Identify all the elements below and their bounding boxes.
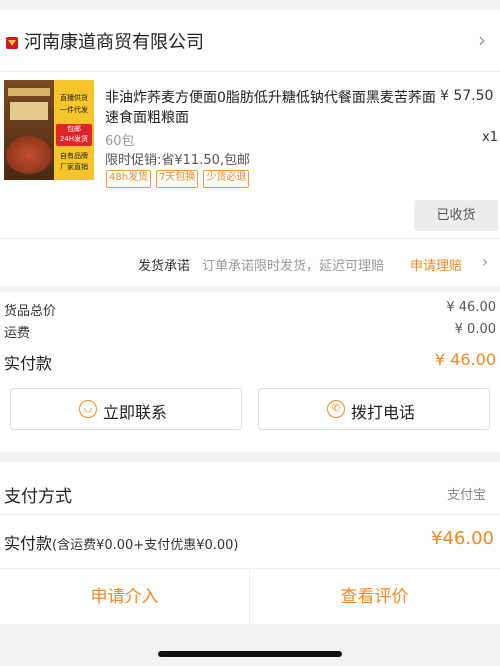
noodle-bowl-image — [6, 136, 52, 174]
paid-amount-value: ¥ 46.00 — [434, 350, 496, 369]
payment-method-value: 支付宝 — [446, 488, 486, 503]
payment-method-title: 支付方式 — [4, 487, 72, 507]
divider — [0, 514, 500, 515]
price-summary-card: 货品总价 ¥ 46.00 运费 ¥ 0.00 实付款 ¥ 46.00 ◡ 立即联… — [0, 292, 500, 452]
product-quantity: x1 — [482, 130, 498, 145]
received-button[interactable]: 已收货 — [414, 200, 498, 231]
call-phone-button[interactable]: ✆ 拨打电话 — [258, 388, 490, 430]
product-promo: 限时促销:省¥11.50,包邮 — [105, 153, 250, 168]
contact-seller-button[interactable]: ◡ 立即联系 — [10, 388, 242, 430]
goods-total-label: 货品总价 — [4, 304, 57, 319]
thumb-text: 一件代发 — [60, 106, 88, 114]
view-review-button[interactable]: 查看评价 — [250, 569, 499, 625]
service-tags: 48h发货 7天包换 少货必退 — [106, 170, 250, 188]
shop-header[interactable]: 河南康道商贸有限公司 › — [0, 10, 500, 72]
thumb-text: 自有品牌 — [60, 152, 88, 160]
thumb-text: 厂家直销 — [60, 163, 88, 171]
bottom-action-bar: 申请介入 查看评价 — [0, 568, 500, 625]
chevron-right-icon[interactable]: › — [478, 28, 486, 52]
thumb-text: 直播供货 — [60, 94, 88, 102]
shipping-promise-row[interactable]: 发货承诺 订单承诺限时发货，延迟可理赔 申请理赔 › — [0, 238, 500, 286]
chat-smile-icon: ◡ — [79, 400, 97, 418]
promise-label: 发货承诺 — [138, 259, 191, 274]
shop-name[interactable]: 河南康道商贸有限公司 — [24, 28, 204, 54]
paid-detail-text: (含运费¥0.00+支付优惠¥0.00) — [52, 538, 239, 553]
paid-detail-value: ¥46.00 — [431, 528, 494, 549]
tag-48h-shipping: 48h发货 — [106, 170, 152, 188]
paid-amount-label: 实付款 — [4, 354, 53, 373]
thumb-badge: 包邮 24H发货 — [56, 124, 92, 146]
phone-icon: ✆ — [327, 400, 345, 418]
shipping-value: ¥ 0.00 — [454, 322, 496, 337]
product-thumbnail[interactable]: 直播供货 一件代发 包邮 24H发货 自有品牌 厂家直销 — [4, 80, 94, 180]
chevron-right-icon[interactable]: › — [482, 252, 488, 271]
tag-missing-refund: 少货必退 — [203, 170, 250, 188]
apply-intervention-button[interactable]: 申请介入 — [0, 569, 249, 625]
shop-logo-icon — [6, 37, 18, 49]
promise-text: 订单承诺限时发货，延迟可理赔 — [202, 259, 385, 274]
apply-claim-link[interactable]: 申请理赔 — [410, 255, 462, 274]
product-title[interactable]: 非油炸荞麦方便面0脂肪低升糖低钠代餐面黑麦苦荞面速食面粗粮面 — [105, 88, 440, 128]
tag-7day-exchange: 7天包换 — [156, 170, 199, 188]
order-item-card: 河南康道商贸有限公司 › 直播供货 一件代发 包邮 24H发货 自有品牌 厂家直… — [0, 10, 500, 286]
product-price: ¥ 57.50 — [440, 88, 494, 104]
payment-card: 支付方式 支付宝 实付款(含运费¥0.00+支付优惠¥0.00) ¥46.00 … — [0, 462, 500, 625]
goods-total-value: ¥ 46.00 — [446, 300, 496, 315]
home-indicator[interactable] — [158, 651, 342, 657]
paid-detail-row: 实付款(含运费¥0.00+支付优惠¥0.00) — [4, 534, 239, 553]
shipping-label: 运费 — [4, 326, 31, 341]
product-spec: 60包 — [105, 134, 135, 149]
